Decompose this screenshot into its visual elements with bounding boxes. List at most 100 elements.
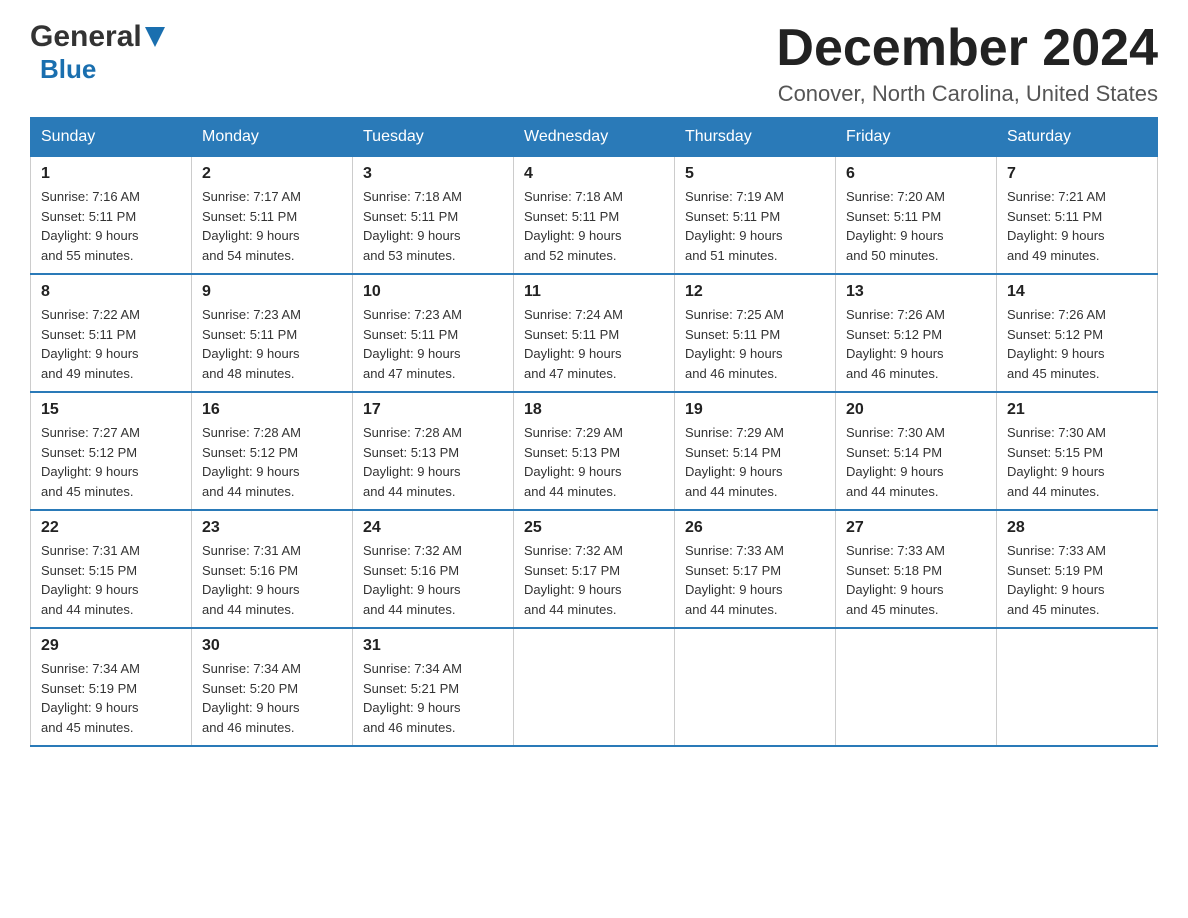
calendar-week-row: 29 Sunrise: 7:34 AM Sunset: 5:19 PM Dayl… xyxy=(31,628,1158,746)
sunrise-label: Sunrise: 7:34 AM xyxy=(41,661,140,676)
daylight-label: Daylight: 9 hours xyxy=(1007,228,1105,243)
daylight-label: Daylight: 9 hours xyxy=(202,700,300,715)
daylight-label: Daylight: 9 hours xyxy=(41,228,139,243)
day-info: Sunrise: 7:31 AM Sunset: 5:16 PM Dayligh… xyxy=(202,541,342,619)
calendar-cell: 23 Sunrise: 7:31 AM Sunset: 5:16 PM Dayl… xyxy=(192,510,353,628)
day-info: Sunrise: 7:30 AM Sunset: 5:14 PM Dayligh… xyxy=(846,423,986,501)
sunrise-label: Sunrise: 7:26 AM xyxy=(846,307,945,322)
sunset-label: Sunset: 5:15 PM xyxy=(41,563,137,578)
sunrise-label: Sunrise: 7:18 AM xyxy=(363,189,462,204)
sunset-label: Sunset: 5:17 PM xyxy=(685,563,781,578)
day-info: Sunrise: 7:30 AM Sunset: 5:15 PM Dayligh… xyxy=(1007,423,1147,501)
sunrise-label: Sunrise: 7:34 AM xyxy=(363,661,462,676)
daylight-minutes: and 48 minutes. xyxy=(202,366,295,381)
calendar-week-row: 1 Sunrise: 7:16 AM Sunset: 5:11 PM Dayli… xyxy=(31,157,1158,275)
sunrise-label: Sunrise: 7:32 AM xyxy=(363,543,462,558)
daylight-minutes: and 47 minutes. xyxy=(524,366,617,381)
sunrise-label: Sunrise: 7:31 AM xyxy=(41,543,140,558)
sunrise-label: Sunrise: 7:32 AM xyxy=(524,543,623,558)
day-info: Sunrise: 7:18 AM Sunset: 5:11 PM Dayligh… xyxy=(524,187,664,265)
day-number: 15 xyxy=(41,401,181,419)
calendar-cell xyxy=(514,628,675,746)
calendar-cell: 18 Sunrise: 7:29 AM Sunset: 5:13 PM Dayl… xyxy=(514,392,675,510)
sunset-label: Sunset: 5:14 PM xyxy=(685,445,781,460)
daylight-label: Daylight: 9 hours xyxy=(363,228,461,243)
calendar-cell: 16 Sunrise: 7:28 AM Sunset: 5:12 PM Dayl… xyxy=(192,392,353,510)
calendar-cell: 24 Sunrise: 7:32 AM Sunset: 5:16 PM Dayl… xyxy=(353,510,514,628)
calendar-cell: 28 Sunrise: 7:33 AM Sunset: 5:19 PM Dayl… xyxy=(997,510,1158,628)
day-number: 24 xyxy=(363,519,503,537)
day-info: Sunrise: 7:21 AM Sunset: 5:11 PM Dayligh… xyxy=(1007,187,1147,265)
sunrise-label: Sunrise: 7:29 AM xyxy=(685,425,784,440)
calendar-cell: 8 Sunrise: 7:22 AM Sunset: 5:11 PM Dayli… xyxy=(31,274,192,392)
daylight-minutes: and 44 minutes. xyxy=(41,602,134,617)
sunrise-label: Sunrise: 7:18 AM xyxy=(524,189,623,204)
sunrise-label: Sunrise: 7:17 AM xyxy=(202,189,301,204)
sunset-label: Sunset: 5:11 PM xyxy=(202,327,297,342)
daylight-label: Daylight: 9 hours xyxy=(685,228,783,243)
calendar-week-row: 15 Sunrise: 7:27 AM Sunset: 5:12 PM Dayl… xyxy=(31,392,1158,510)
daylight-label: Daylight: 9 hours xyxy=(846,464,944,479)
daylight-label: Daylight: 9 hours xyxy=(41,700,139,715)
day-info: Sunrise: 7:33 AM Sunset: 5:19 PM Dayligh… xyxy=(1007,541,1147,619)
sunset-label: Sunset: 5:11 PM xyxy=(363,209,458,224)
month-year-title: December 2024 xyxy=(776,20,1158,77)
calendar-cell: 25 Sunrise: 7:32 AM Sunset: 5:17 PM Dayl… xyxy=(514,510,675,628)
daylight-label: Daylight: 9 hours xyxy=(524,582,622,597)
sunrise-label: Sunrise: 7:16 AM xyxy=(41,189,140,204)
calendar-cell xyxy=(675,628,836,746)
sunrise-label: Sunrise: 7:33 AM xyxy=(685,543,784,558)
calendar-cell: 10 Sunrise: 7:23 AM Sunset: 5:11 PM Dayl… xyxy=(353,274,514,392)
day-number: 10 xyxy=(363,283,503,301)
daylight-label: Daylight: 9 hours xyxy=(363,346,461,361)
sunrise-label: Sunrise: 7:34 AM xyxy=(202,661,301,676)
calendar-cell xyxy=(997,628,1158,746)
day-number: 2 xyxy=(202,165,342,183)
sunset-label: Sunset: 5:11 PM xyxy=(202,209,297,224)
daylight-minutes: and 46 minutes. xyxy=(202,720,295,735)
calendar-cell: 5 Sunrise: 7:19 AM Sunset: 5:11 PM Dayli… xyxy=(675,157,836,275)
day-info: Sunrise: 7:34 AM Sunset: 5:21 PM Dayligh… xyxy=(363,659,503,737)
day-number: 6 xyxy=(846,165,986,183)
day-info: Sunrise: 7:25 AM Sunset: 5:11 PM Dayligh… xyxy=(685,305,825,383)
day-info: Sunrise: 7:28 AM Sunset: 5:12 PM Dayligh… xyxy=(202,423,342,501)
sunrise-label: Sunrise: 7:30 AM xyxy=(846,425,945,440)
daylight-label: Daylight: 9 hours xyxy=(846,228,944,243)
day-number: 3 xyxy=(363,165,503,183)
col-header-thursday: Thursday xyxy=(675,118,836,157)
daylight-minutes: and 44 minutes. xyxy=(524,484,617,499)
daylight-label: Daylight: 9 hours xyxy=(202,582,300,597)
sunrise-label: Sunrise: 7:22 AM xyxy=(41,307,140,322)
daylight-minutes: and 44 minutes. xyxy=(363,484,456,499)
logo-blue-text: Blue xyxy=(40,54,96,84)
daylight-label: Daylight: 9 hours xyxy=(202,346,300,361)
sunset-label: Sunset: 5:16 PM xyxy=(363,563,459,578)
sunrise-label: Sunrise: 7:19 AM xyxy=(685,189,784,204)
daylight-minutes: and 44 minutes. xyxy=(202,602,295,617)
sunset-label: Sunset: 5:11 PM xyxy=(524,209,619,224)
day-info: Sunrise: 7:28 AM Sunset: 5:13 PM Dayligh… xyxy=(363,423,503,501)
calendar-cell: 4 Sunrise: 7:18 AM Sunset: 5:11 PM Dayli… xyxy=(514,157,675,275)
day-number: 1 xyxy=(41,165,181,183)
daylight-minutes: and 44 minutes. xyxy=(202,484,295,499)
sunrise-label: Sunrise: 7:20 AM xyxy=(846,189,945,204)
day-info: Sunrise: 7:29 AM Sunset: 5:13 PM Dayligh… xyxy=(524,423,664,501)
calendar-cell: 15 Sunrise: 7:27 AM Sunset: 5:12 PM Dayl… xyxy=(31,392,192,510)
sunset-label: Sunset: 5:11 PM xyxy=(846,209,941,224)
daylight-label: Daylight: 9 hours xyxy=(202,228,300,243)
day-info: Sunrise: 7:34 AM Sunset: 5:19 PM Dayligh… xyxy=(41,659,181,737)
daylight-label: Daylight: 9 hours xyxy=(41,582,139,597)
day-number: 26 xyxy=(685,519,825,537)
day-info: Sunrise: 7:29 AM Sunset: 5:14 PM Dayligh… xyxy=(685,423,825,501)
day-number: 19 xyxy=(685,401,825,419)
day-number: 18 xyxy=(524,401,664,419)
col-header-saturday: Saturday xyxy=(997,118,1158,157)
daylight-label: Daylight: 9 hours xyxy=(363,464,461,479)
calendar-cell: 9 Sunrise: 7:23 AM Sunset: 5:11 PM Dayli… xyxy=(192,274,353,392)
calendar-cell: 22 Sunrise: 7:31 AM Sunset: 5:15 PM Dayl… xyxy=(31,510,192,628)
daylight-minutes: and 45 minutes. xyxy=(1007,366,1100,381)
sunset-label: Sunset: 5:19 PM xyxy=(41,681,137,696)
day-info: Sunrise: 7:23 AM Sunset: 5:11 PM Dayligh… xyxy=(363,305,503,383)
calendar-header-row: SundayMondayTuesdayWednesdayThursdayFrid… xyxy=(31,118,1158,157)
day-info: Sunrise: 7:33 AM Sunset: 5:18 PM Dayligh… xyxy=(846,541,986,619)
